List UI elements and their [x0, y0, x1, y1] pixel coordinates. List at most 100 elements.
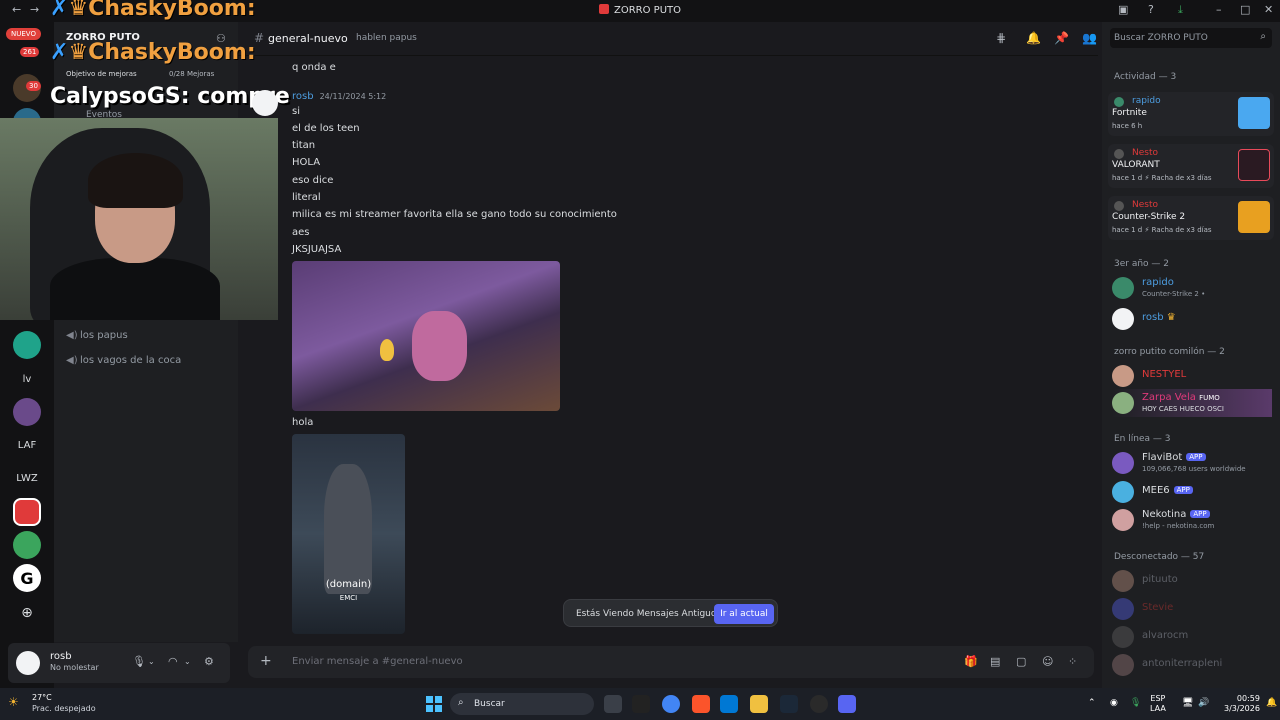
- gear-icon[interactable]: ⚙: [204, 655, 214, 668]
- message-author[interactable]: rosb 24/11/2024 5:12: [292, 91, 386, 102]
- member-item[interactable]: MEE6 APP: [1112, 478, 1272, 506]
- brave-icon[interactable]: [692, 695, 710, 713]
- server-lv[interactable]: lv: [13, 365, 41, 393]
- chevron-down-icon[interactable]: ⌄: [148, 657, 155, 666]
- close-icon[interactable]: ✕: [1264, 3, 1273, 16]
- epic-games-icon[interactable]: [632, 695, 650, 713]
- activity-user: rapido: [1132, 96, 1161, 106]
- window-title-text: ZORRO PUTO: [614, 5, 681, 16]
- member-name: pituuto: [1142, 574, 1178, 585]
- server-label: G: [20, 568, 34, 588]
- chevron-up-icon[interactable]: ⌃: [1088, 698, 1096, 708]
- activity-card[interactable]: Nesto Counter-Strike 2 hace 1 d ⚡ Racha …: [1108, 196, 1274, 240]
- search-icon: ⌕: [458, 697, 464, 708]
- chevron-down-icon[interactable]: ⌄: [184, 657, 191, 666]
- server-avatar[interactable]: [13, 531, 41, 559]
- message-composer: + Enviar mensaje a #general-nuevo 🎁 ▤ ▢ …: [248, 646, 1094, 678]
- windows-start-icon[interactable]: [426, 696, 442, 712]
- taskbar-search[interactable]: ⌕ Buscar: [450, 693, 594, 715]
- download-icon[interactable]: ⤓: [1178, 3, 1183, 17]
- network-icon[interactable]: 🖥: [1182, 698, 1193, 708]
- headphones-icon[interactable]: ◠: [168, 655, 178, 668]
- member-item[interactable]: antoniterrapleni: [1112, 651, 1272, 679]
- avatar: [1112, 626, 1134, 648]
- server-zorro-puto[interactable]: [13, 498, 41, 526]
- add-server-icon[interactable]: ⊕: [13, 599, 41, 627]
- boost-count: 0/28 Mejoras: [169, 70, 215, 78]
- member-item[interactable]: Stevie: [1112, 595, 1272, 623]
- jump-to-present-button[interactable]: Ir al actual: [714, 604, 774, 624]
- sticker-icon[interactable]: ▢: [1016, 655, 1026, 668]
- notification-badge: 30: [26, 81, 41, 91]
- voice-channel-los-papus[interactable]: ◀) los papus: [66, 330, 128, 341]
- member-name: Stevie: [1142, 602, 1174, 613]
- member-item[interactable]: rapido Counter-Strike 2 •: [1112, 274, 1272, 302]
- gif-icon[interactable]: ▤: [990, 655, 1000, 668]
- member-item[interactable]: Zarpa Vela FUMO HOY CAES HUECO OSCI: [1112, 389, 1272, 417]
- server-avatar[interactable]: [13, 398, 41, 426]
- clock-time: 00:59: [1236, 694, 1260, 703]
- emoji-icon[interactable]: ☺: [1042, 655, 1053, 668]
- maximize-icon[interactable]: □: [1240, 3, 1250, 16]
- crown-icon: ♛: [1166, 312, 1176, 323]
- server-label: LWZ: [16, 472, 38, 484]
- author-name[interactable]: rosb: [292, 91, 314, 102]
- member-item[interactable]: Nekotina APP !help - nekotina.com: [1112, 506, 1272, 534]
- member-item[interactable]: alvarocm: [1112, 623, 1272, 651]
- apps-icon[interactable]: ⁘: [1068, 655, 1077, 668]
- volume-icon[interactable]: 🔊: [1198, 698, 1209, 708]
- old-messages-text: Estás Viendo Mensajes Antiguos: [576, 609, 722, 619]
- old-messages-bar: Estás Viendo Mensajes Antiguos Ir al act…: [563, 599, 778, 627]
- threads-icon[interactable]: ⋕: [996, 31, 1006, 45]
- server-lwz[interactable]: LWZ: [13, 464, 41, 492]
- message-input[interactable]: Enviar mensaje a #general-nuevo: [292, 656, 463, 667]
- activity-card[interactable]: rapido Fortnite hace 6 h: [1108, 92, 1274, 136]
- channel-header: # general-nuevo hablen papus ⋕ 🔔 📌 👥: [238, 22, 1098, 56]
- channel-topic[interactable]: hablen papus: [356, 33, 417, 43]
- member-name-text: FlaviBot: [1142, 452, 1183, 463]
- help-icon[interactable]: ?: [1148, 3, 1154, 16]
- inbox-icon[interactable]: ▣: [1118, 3, 1128, 16]
- microphone-icon[interactable]: 🎙: [132, 655, 146, 668]
- gift-icon[interactable]: 🎁: [964, 655, 978, 668]
- bell-icon[interactable]: 🔔: [1026, 31, 1041, 45]
- member-item[interactable]: rosb ♛: [1112, 305, 1272, 333]
- taskbar-search-text: Buscar: [474, 699, 505, 709]
- server-avatar[interactable]: [13, 331, 41, 359]
- activity-meta: hace 6 h: [1112, 122, 1143, 130]
- activity-card[interactable]: Nesto VALORANT hace 1 d ⚡ Racha de x3 dí…: [1108, 144, 1274, 188]
- app-icon[interactable]: [810, 695, 828, 713]
- language-indicator[interactable]: ESP LAA: [1150, 694, 1166, 714]
- boost-goal[interactable]: Objetivo de mejoras: [66, 70, 137, 78]
- server-g[interactable]: G: [13, 564, 41, 592]
- message-text: aes: [292, 227, 310, 238]
- user-panel: rosb No molestar 🎙 ⌄ ◠ ⌄ ⚙: [8, 643, 230, 683]
- add-attachment-icon[interactable]: +: [260, 653, 272, 669]
- file-explorer-icon[interactable]: [750, 695, 768, 713]
- video-attachment[interactable]: (domain) EMCI: [292, 434, 405, 634]
- chrome-icon[interactable]: [662, 695, 680, 713]
- message-list[interactable]: q onda e rosb 24/11/2024 5:12 si el de lo…: [238, 56, 1098, 642]
- avatar[interactable]: [16, 651, 40, 675]
- store-icon[interactable]: [720, 695, 738, 713]
- image-attachment[interactable]: [292, 261, 560, 411]
- member-item[interactable]: NESTYEL: [1112, 362, 1272, 390]
- voice-channel-los-vagos[interactable]: ◀) los vagos de la coca: [66, 355, 181, 366]
- member-list-icon[interactable]: 👥: [1082, 31, 1097, 45]
- notifications-icon[interactable]: 🔔: [1266, 698, 1277, 708]
- microphone-icon[interactable]: 🎙: [1130, 698, 1141, 708]
- discord-icon[interactable]: [838, 695, 856, 713]
- member-name: FlaviBot APP: [1142, 452, 1206, 463]
- search-input[interactable]: Buscar ZORRO PUTO ⌕: [1110, 28, 1272, 48]
- task-view-icon[interactable]: [604, 695, 622, 713]
- server-laf[interactable]: LAF: [13, 431, 41, 459]
- member-activity: 109,066,768 users worldwide: [1142, 465, 1246, 473]
- member-item[interactable]: pituuto: [1112, 567, 1272, 595]
- pin-icon[interactable]: 📌: [1054, 31, 1069, 45]
- member-item[interactable]: FlaviBot APP 109,066,768 users worldwide: [1112, 449, 1272, 477]
- minimize-icon[interactable]: –: [1216, 3, 1222, 16]
- message-text: HOLA: [292, 157, 321, 168]
- steam-icon[interactable]: [780, 695, 798, 713]
- discord-tray-icon[interactable]: ◉: [1110, 698, 1118, 708]
- system-clock[interactable]: 00:59 3/3/2026: [1224, 694, 1260, 714]
